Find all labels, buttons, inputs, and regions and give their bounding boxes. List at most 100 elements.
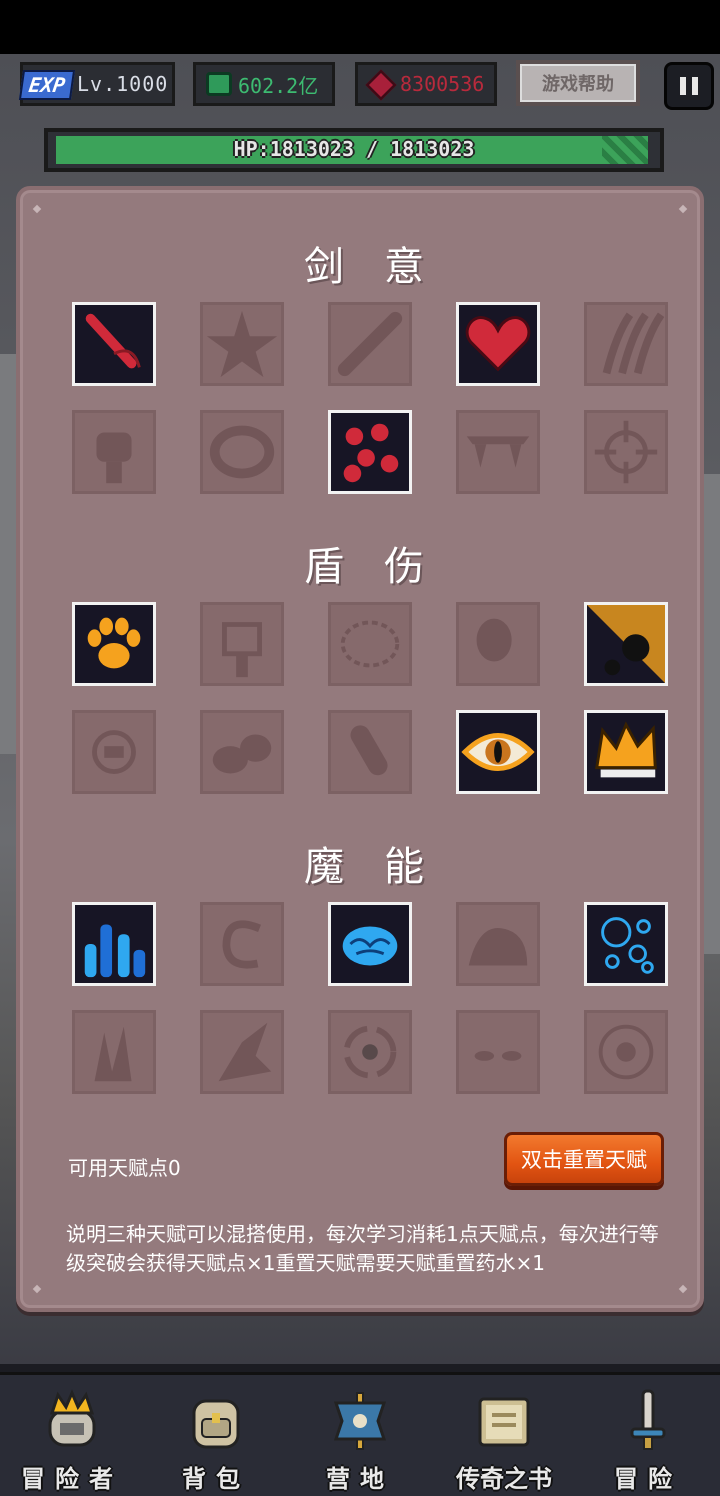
- talent-cell[interactable]: [72, 1010, 156, 1094]
- talent-cell[interactable]: [328, 410, 412, 494]
- backpack-icon: [192, 1399, 240, 1449]
- talent-cell[interactable]: [456, 1010, 540, 1094]
- talent-grid-shield: [72, 602, 672, 794]
- nav-item-adventurer[interactable]: 冒险者: [0, 1375, 144, 1496]
- status-bar: [0, 0, 720, 54]
- pause-icon-bar: [680, 77, 686, 95]
- nav-divider: [0, 1364, 720, 1372]
- book-icon: [478, 1397, 530, 1447]
- ruby-amount: 8300536: [400, 72, 485, 96]
- starfish-icon: [206, 310, 278, 378]
- section-title-sword: 剑意: [304, 244, 464, 290]
- pause-button[interactable]: [664, 62, 714, 110]
- talent-cell[interactable]: [456, 710, 540, 794]
- nav-item-camp[interactable]: 营地: [288, 1375, 432, 1496]
- blood-sword-icon: [85, 313, 141, 369]
- emerald-icon: [206, 72, 232, 96]
- talent-grid-magic: [72, 902, 672, 1094]
- talent-cell[interactable]: [328, 902, 412, 986]
- orb-icon: [598, 1024, 654, 1080]
- nav-item-backpack[interactable]: 背包: [144, 1375, 288, 1496]
- claw-slash-icon: [602, 312, 665, 375]
- talent-cell[interactable]: [328, 1010, 412, 1094]
- banner-icon: [333, 1392, 387, 1450]
- talent-cell[interactable]: [456, 602, 540, 686]
- talent-cell[interactable]: [200, 902, 284, 986]
- talent-cell[interactable]: [200, 710, 284, 794]
- blood-drops-icon: [343, 423, 399, 483]
- talent-cell[interactable]: [456, 302, 540, 386]
- talent-cell[interactable]: [72, 302, 156, 386]
- crown-helmet-icon: [48, 1389, 96, 1447]
- star-frame-icon: [340, 620, 400, 668]
- talent-cell[interactable]: [584, 902, 668, 986]
- talent-cell[interactable]: [200, 410, 284, 494]
- nav-item-legend-book[interactable]: 传奇之书: [432, 1375, 576, 1496]
- ring-icon: [209, 425, 275, 479]
- talent-cell[interactable]: [72, 902, 156, 986]
- talent-cell[interactable]: [200, 302, 284, 386]
- talent-cell[interactable]: [584, 1010, 668, 1094]
- exp-badge: EXP: [18, 70, 76, 100]
- talent-cell[interactable]: [72, 710, 156, 794]
- talent-points-label: 可用天赋点0: [68, 1156, 181, 1180]
- shell-icon: [350, 725, 388, 776]
- talent-cell[interactable]: [200, 602, 284, 686]
- talent-cell[interactable]: [584, 602, 668, 686]
- corner-sparkle: [678, 1284, 688, 1294]
- fangs-icon: [466, 436, 530, 468]
- nav-label-adventure: 冒险: [614, 1465, 682, 1493]
- totem-icon: [222, 622, 262, 678]
- paw-icon: [87, 617, 141, 669]
- talent-cell[interactable]: [328, 710, 412, 794]
- talent-cell[interactable]: [456, 902, 540, 986]
- ice-shards-icon: [94, 1026, 132, 1082]
- talent-cell[interactable]: [584, 302, 668, 386]
- gem-currency: 602.2亿: [193, 62, 335, 106]
- reset-talents-label: 双击重置天赋: [521, 1148, 647, 1172]
- wave-icon: [468, 928, 528, 966]
- nav-label-adventurer: 冒险者: [21, 1465, 123, 1493]
- corner-sparkle: [678, 204, 688, 214]
- crown-flame-icon: [595, 721, 657, 778]
- bottom-nav: 冒险者 背包 营地 传奇之书 冒险: [0, 1372, 720, 1496]
- talent-grid-sword: [72, 302, 672, 494]
- corner-sparkle: [32, 204, 42, 214]
- brain-icon: [342, 926, 398, 966]
- nav-label-backpack: 背包: [182, 1465, 250, 1493]
- ice-claw-icon: [218, 1022, 272, 1082]
- nav-item-adventure[interactable]: 冒险: [576, 1375, 720, 1496]
- swirl-icon: [222, 920, 262, 969]
- talent-cell[interactable]: [72, 602, 156, 686]
- egg-icon: [476, 618, 512, 662]
- talent-cell[interactable]: [328, 602, 412, 686]
- talent-cell[interactable]: [584, 410, 668, 494]
- crystal-icon: [84, 924, 146, 978]
- section-title-shield: 盾伤: [304, 544, 464, 590]
- bandaged-blade-icon: [337, 311, 403, 377]
- bubbles-icon: [601, 917, 654, 974]
- talent-cell[interactable]: [328, 302, 412, 386]
- meteor-icon: [587, 605, 665, 683]
- hp-bar: HP:1813023 / 1813023: [44, 128, 664, 172]
- talent-cell[interactable]: [200, 1010, 284, 1094]
- nav-label-legend-book: 传奇之书: [456, 1465, 552, 1493]
- level-text: Lv.1000: [77, 72, 169, 96]
- talent-description: 说明三种天赋可以混搭使用，每次学习消耗1点天赋点，每次进行等级突破会获得天赋点×…: [66, 1222, 659, 1275]
- gem-amount: 602.2亿: [238, 73, 319, 98]
- talent-cell[interactable]: [456, 410, 540, 494]
- corner-sparkle: [32, 1284, 42, 1294]
- eyes-icon: [474, 1051, 522, 1061]
- ruby-currency: 8300536: [355, 62, 497, 106]
- reset-talents-button[interactable]: 双击重置天赋: [504, 1132, 664, 1186]
- talent-cell[interactable]: [72, 410, 156, 494]
- game-help-button[interactable]: 游戏帮助: [516, 60, 640, 106]
- level-display: EXP Lv.1000: [18, 62, 175, 106]
- eye-icon: [461, 732, 535, 772]
- vortex-icon: [343, 1025, 397, 1079]
- section-title-magic: 魔能: [304, 844, 464, 890]
- game-help-label: 游戏帮助: [542, 74, 614, 95]
- ruby-icon: [365, 69, 397, 101]
- talent-cell[interactable]: [584, 710, 668, 794]
- rocks-icon: [212, 734, 272, 774]
